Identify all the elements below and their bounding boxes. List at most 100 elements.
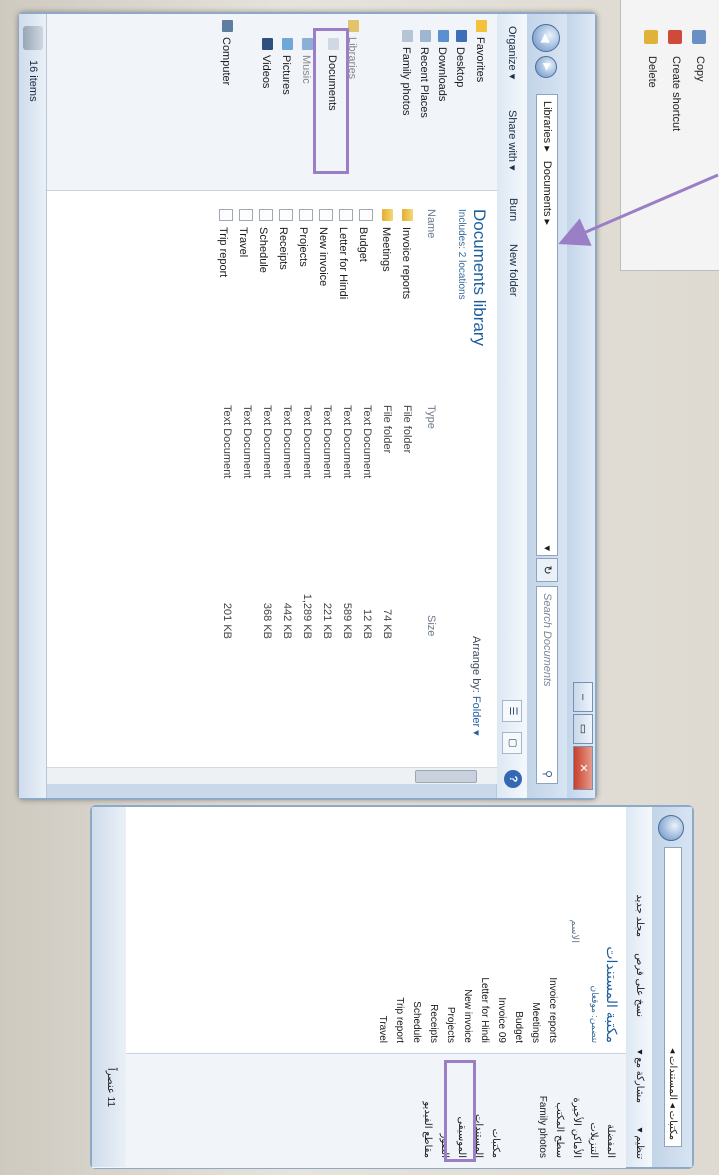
file-name: Meetings xyxy=(380,209,393,272)
arabic-share-button[interactable]: مشاركة مع ▾ xyxy=(634,1049,645,1103)
arabic-file-row[interactable]: Meetings xyxy=(530,1002,541,1043)
file-size: 201 KB xyxy=(221,602,233,639)
arabic-file-row[interactable]: Schedule xyxy=(411,1001,422,1043)
arabic-back-button[interactable] xyxy=(658,815,684,841)
arabic-file-row[interactable]: Letter for Hindi xyxy=(479,977,490,1043)
refresh-button[interactable]: ↻ xyxy=(536,558,558,582)
context-menu-copy[interactable]: Copy xyxy=(694,56,706,82)
close-button[interactable]: ✕ xyxy=(573,746,593,790)
new-folder-button[interactable]: New folder xyxy=(507,244,519,297)
nav-videos[interactable]: Videos xyxy=(260,38,273,88)
arabic-nav-item[interactable]: المفضلة xyxy=(605,1124,616,1158)
forward-button[interactable]: ▶ xyxy=(535,56,557,78)
organize-button[interactable]: Organize ▾ xyxy=(506,26,519,79)
file-type: Text Document xyxy=(261,405,273,479)
file-type: Text Document xyxy=(221,405,233,479)
file-name-label: Schedule xyxy=(257,227,269,273)
column-header-name[interactable]: Name xyxy=(425,209,437,238)
nav-music[interactable]: Music xyxy=(300,38,313,84)
breadcrumb-documents[interactable]: Documents ▸ xyxy=(541,161,553,225)
file-row[interactable]: Meetings File folder 74 KB xyxy=(374,209,393,749)
file-size: 12 KB xyxy=(361,609,373,639)
arabic-file-row[interactable]: Invoice 09 xyxy=(496,997,507,1043)
column-header-type[interactable]: Type xyxy=(425,405,437,429)
arrange-by[interactable]: Arrange by: Folder ▾ xyxy=(470,636,483,736)
explorer-window: – ▭ ✕ ◀ ▶ Libraries ▸ Documents ▸ ▾ ↻ Se… xyxy=(18,12,597,800)
file-row[interactable]: Receipts Text Document 442 KB xyxy=(274,209,293,749)
nav-pictures[interactable]: Pictures xyxy=(280,38,293,95)
arabic-column-name[interactable]: الاسم xyxy=(569,919,580,943)
arabic-nav-item[interactable]: مكتبات xyxy=(490,1129,501,1158)
file-row[interactable]: Budget Text Document 12 KB xyxy=(354,209,373,749)
help-button[interactable]: ? xyxy=(504,770,522,788)
arabic-nav-item[interactable]: التنزيلات xyxy=(588,1122,599,1158)
arabic-file-row[interactable]: Budget xyxy=(513,1011,524,1043)
minimize-button[interactable]: – xyxy=(573,682,593,712)
file-name: New invoice xyxy=(317,209,333,286)
nav-desktop[interactable]: Desktop xyxy=(454,30,467,87)
copy-icon xyxy=(692,30,706,44)
vertical-scrollbar[interactable] xyxy=(47,767,497,784)
arabic-organize-button[interactable]: تنظيم ▾ xyxy=(634,1128,645,1159)
arabic-file-row[interactable]: New invoice xyxy=(462,989,473,1043)
library-status-icon xyxy=(23,26,43,50)
arabic-address-bar[interactable]: مكتبات ◂ المستندات ◂ xyxy=(664,847,682,1147)
share-with-button[interactable]: Share with ▾ xyxy=(506,110,519,171)
file-name-label: Invoice reports xyxy=(400,227,412,300)
file-name-label: Budget xyxy=(357,227,369,262)
scrollbar-thumb[interactable] xyxy=(415,770,477,783)
context-menu-delete[interactable]: Delete xyxy=(646,56,658,88)
arabic-nav-item[interactable]: سطح المكتب xyxy=(554,1102,565,1158)
videos-icon xyxy=(262,38,273,50)
file-name: Letter for Hindi xyxy=(337,209,353,299)
file-row[interactable]: New invoice Text Document 221 KB xyxy=(314,209,333,749)
file-name: Trip report xyxy=(217,209,233,277)
arabic-nav-item[interactable]: Family photos xyxy=(537,1096,548,1158)
library-locations-link[interactable]: Includes: 2 locations xyxy=(456,209,467,300)
file-row[interactable]: Trip report Text Document 201 KB xyxy=(214,209,233,749)
shortcut-icon xyxy=(668,30,682,44)
nav-favorites[interactable]: Favorites xyxy=(474,20,487,82)
file-row[interactable]: Schedule Text Document 368 KB xyxy=(254,209,273,749)
file-type: Text Document xyxy=(321,405,333,479)
arabic-file-row[interactable]: Travel xyxy=(377,1016,388,1043)
documents-highlight-box xyxy=(313,28,349,174)
arabic-status-bar: 11 عنصراً xyxy=(92,807,126,1167)
chevron-down-icon[interactable]: ▾ xyxy=(537,545,557,551)
folder-icon xyxy=(402,209,413,221)
file-name: Travel xyxy=(237,209,253,257)
navigation-pane: Favorites Desktop Downloads Recent Place… xyxy=(47,14,497,191)
arabic-burn-button[interactable]: نسخ على قرص xyxy=(634,953,645,1017)
file-size: 74 KB xyxy=(381,609,393,639)
file-row[interactable]: Invoice reports File folder xyxy=(394,209,413,749)
text-document-icon xyxy=(239,209,253,221)
nav-recent-places[interactable]: Recent Places xyxy=(418,30,431,118)
file-row[interactable]: Projects Text Document 1,289 KB xyxy=(294,209,313,749)
breadcrumb-libraries[interactable]: Libraries ▸ xyxy=(541,101,553,152)
search-input[interactable]: Search Documents ⚲ xyxy=(536,586,558,784)
text-document-icon xyxy=(259,209,273,221)
burn-button[interactable]: Burn xyxy=(507,198,519,221)
file-row[interactable]: Letter for Hindi Text Document 589 KB xyxy=(334,209,353,749)
arabic-file-row[interactable]: Invoice reports xyxy=(547,977,558,1043)
view-options-icon[interactable]: ☰ xyxy=(502,700,522,722)
back-button[interactable]: ◀ xyxy=(532,24,560,52)
context-menu-create-shortcut[interactable]: Create shortcut xyxy=(670,56,682,131)
arabic-nav-item[interactable]: الأماكن الأخيرة xyxy=(571,1098,582,1158)
file-row[interactable]: Travel Text Document xyxy=(234,209,253,749)
arabic-file-row[interactable]: Projects xyxy=(445,1007,456,1043)
arabic-file-row[interactable]: Trip report xyxy=(394,997,405,1043)
maximize-button[interactable]: ▭ xyxy=(573,714,593,744)
arrange-by-value[interactable]: Folder ▾ xyxy=(470,696,482,736)
address-bar[interactable]: Libraries ▸ Documents ▸ ▾ xyxy=(536,94,558,556)
nav-computer[interactable]: Computer xyxy=(220,20,233,85)
column-header-size[interactable]: Size xyxy=(425,615,437,636)
arabic-nav-item[interactable]: مقاطع الفيديو xyxy=(422,1101,433,1158)
desktop-icon xyxy=(456,30,467,42)
nav-downloads[interactable]: Downloads xyxy=(436,30,449,101)
arabic-library-subtitle[interactable]: تتضمن: موقعان xyxy=(589,985,600,1043)
arabic-new-folder-button[interactable]: مجلد جديد xyxy=(634,894,645,937)
preview-pane-icon[interactable]: ▢ xyxy=(502,732,522,754)
arabic-file-row[interactable]: Receipts xyxy=(428,1004,439,1043)
nav-family-photos[interactable]: Family photos xyxy=(400,30,413,115)
